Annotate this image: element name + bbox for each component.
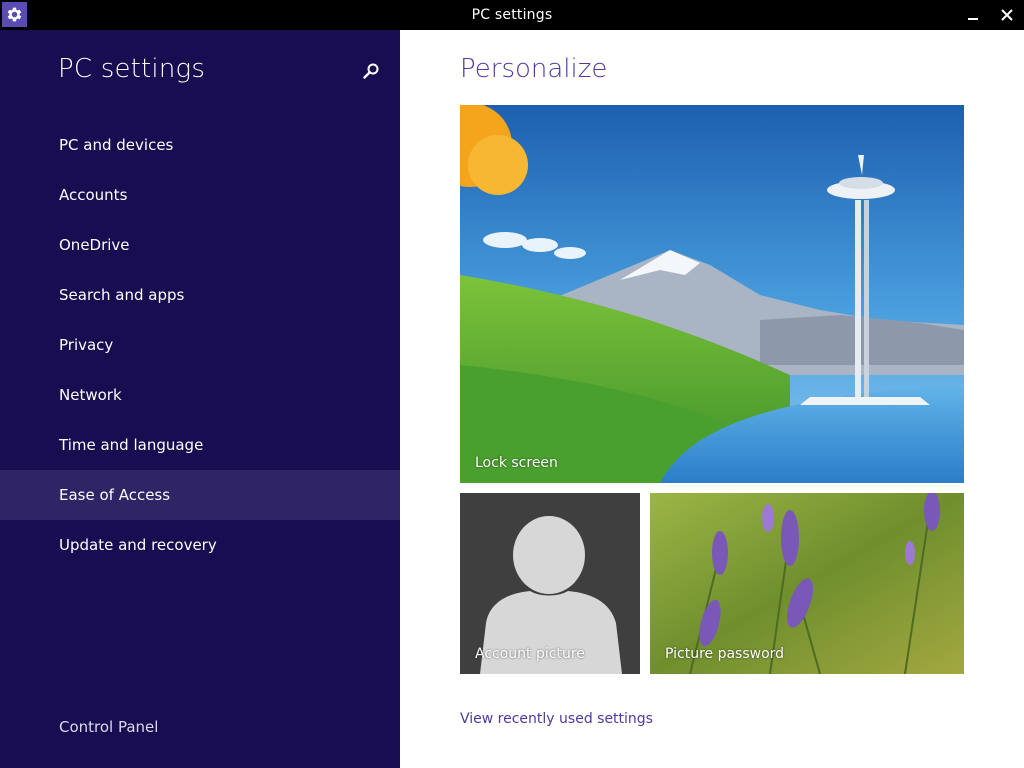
sidebar-item-search-and-apps[interactable]: Search and apps <box>0 270 400 320</box>
page-title: Personalize <box>460 54 608 84</box>
control-panel-link[interactable]: Control Panel <box>59 718 158 736</box>
sidebar-item-network[interactable]: Network <box>0 370 400 420</box>
sidebar: PC settings PC and devices Accounts OneD… <box>0 30 400 768</box>
title-bar: PC settings <box>0 0 1024 30</box>
picture-password-label: Picture password <box>665 646 785 662</box>
sidebar-item-update-and-recovery[interactable]: Update and recovery <box>0 520 400 570</box>
sidebar-item-label: Privacy <box>59 336 114 354</box>
account-picture-label: Account picture <box>475 646 585 662</box>
search-button[interactable] <box>360 60 382 82</box>
sidebar-item-label: Update and recovery <box>59 536 217 554</box>
sidebar-item-time-and-language[interactable]: Time and language <box>0 420 400 470</box>
sidebar-item-accounts[interactable]: Accounts <box>0 170 400 220</box>
sidebar-item-label: Ease of Access <box>59 486 171 504</box>
lock-screen-image <box>460 105 964 483</box>
minimize-button[interactable] <box>956 0 990 30</box>
sidebar-item-label: OneDrive <box>59 236 130 254</box>
view-recent-settings-link[interactable]: View recently used settings <box>460 711 653 727</box>
close-button[interactable] <box>990 0 1024 30</box>
sidebar-item-pc-and-devices[interactable]: PC and devices <box>0 120 400 170</box>
gear-icon[interactable] <box>2 2 27 27</box>
search-icon <box>363 63 379 79</box>
picture-password-tile[interactable]: Picture password <box>650 493 964 674</box>
sidebar-item-label: Network <box>59 386 122 404</box>
sidebar-item-label: Search and apps <box>59 286 185 304</box>
sidebar-title: PC settings <box>58 54 206 84</box>
account-picture-tile[interactable]: Account picture <box>460 493 640 674</box>
lock-screen-label: Lock screen <box>475 455 558 471</box>
lock-screen-tile[interactable]: Lock screen <box>460 105 964 483</box>
sidebar-item-label: Time and language <box>59 436 204 454</box>
sidebar-item-privacy[interactable]: Privacy <box>0 320 400 370</box>
sidebar-item-ease-of-access[interactable]: Ease of Access <box>0 470 400 520</box>
sidebar-item-onedrive[interactable]: OneDrive <box>0 220 400 270</box>
sidebar-item-label: PC and devices <box>59 136 174 154</box>
sidebar-nav: PC and devices Accounts OneDrive Search … <box>0 120 400 570</box>
sidebar-item-label: Accounts <box>59 186 128 204</box>
window-title: PC settings <box>471 7 553 23</box>
main-content: Personalize Lock screen Account picture … <box>400 30 1024 768</box>
close-icon <box>1001 9 1013 21</box>
